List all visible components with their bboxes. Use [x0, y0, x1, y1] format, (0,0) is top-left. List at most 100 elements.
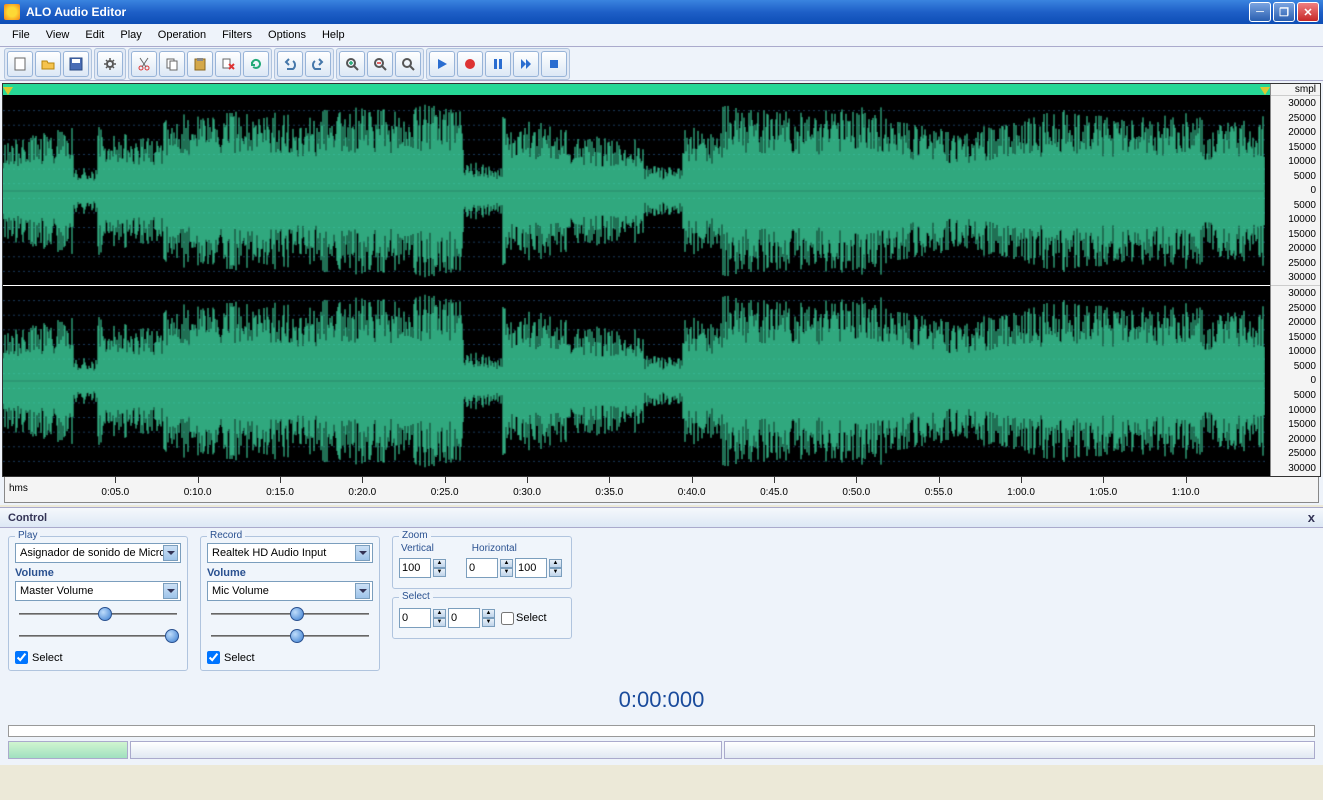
save-icon — [68, 56, 84, 72]
amplitude-label: 15000 — [1271, 229, 1316, 240]
menu-play[interactable]: Play — [112, 26, 149, 44]
select-to-input[interactable] — [448, 608, 480, 628]
copy-button[interactable] — [159, 51, 185, 77]
end-marker-icon[interactable] — [1260, 87, 1270, 95]
amplitude-label: 25000 — [1271, 303, 1316, 314]
record-mixer-combo[interactable]: Mic Volume — [207, 581, 373, 601]
delete-button[interactable] — [215, 51, 241, 77]
record-section: Record Realtek HD Audio Input Volume Mic… — [200, 536, 380, 671]
amplitude-label: 5000 — [1271, 361, 1316, 372]
status-cell-2 — [130, 741, 722, 759]
channel-right[interactable] — [3, 286, 1270, 476]
time-display: 0:00:000 — [0, 679, 1323, 721]
amplitude-label: 0 — [1271, 375, 1316, 386]
menu-file[interactable]: File — [4, 26, 38, 44]
timeline-label: 0:40.0 — [678, 487, 706, 498]
channel-left[interactable] — [3, 96, 1270, 286]
undo-button[interactable] — [277, 51, 303, 77]
new-button[interactable] — [7, 51, 33, 77]
menu-operation[interactable]: Operation — [150, 26, 214, 44]
zoom-h2-spinner[interactable]: ▲▼ — [549, 559, 562, 577]
stop-button[interactable] — [541, 51, 567, 77]
zoom-h1-input[interactable] — [466, 558, 498, 578]
toolbar-group — [4, 48, 92, 80]
maximize-button[interactable]: ❐ — [1273, 2, 1295, 22]
paste-button[interactable] — [187, 51, 213, 77]
menubar: FileViewEditPlayOperationFiltersOptionsH… — [0, 24, 1323, 47]
play-volume-slider-1[interactable] — [15, 605, 181, 623]
select-checkbox[interactable] — [501, 612, 514, 625]
new-icon — [12, 56, 28, 72]
close-button[interactable]: ✕ — [1297, 2, 1319, 22]
play-mixer-combo[interactable]: Master Volume — [15, 581, 181, 601]
zoom-fit-button[interactable] — [395, 51, 421, 77]
progress-bar[interactable] — [8, 725, 1315, 737]
amplitude-labels-left: 3000025000200001500010000500005000100001… — [1271, 96, 1320, 286]
record-volume-slider-2[interactable] — [207, 627, 373, 645]
record-volume-slider-1[interactable] — [207, 605, 373, 623]
amplitude-label: 5000 — [1271, 200, 1316, 211]
save-button[interactable] — [63, 51, 89, 77]
amplitude-label: 25000 — [1271, 258, 1316, 269]
menu-view[interactable]: View — [38, 26, 78, 44]
play-legend: Play — [15, 530, 40, 541]
play-volume-slider-2[interactable] — [15, 627, 181, 645]
select-from-spinner[interactable]: ▲▼ — [433, 609, 446, 627]
play-select-checkbox[interactable] — [15, 651, 28, 664]
record-device-combo[interactable]: Realtek HD Audio Input — [207, 543, 373, 563]
amplitude-label: 10000 — [1271, 214, 1316, 225]
zoom-h1-spinner[interactable]: ▲▼ — [500, 559, 513, 577]
zoom-vertical-input[interactable] — [399, 558, 431, 578]
marker-bar[interactable] — [3, 84, 1270, 96]
minimize-button[interactable]: ─ — [1249, 2, 1271, 22]
status-cell-3 — [724, 741, 1316, 759]
zoom-horizontal-label: Horizontal — [472, 543, 517, 554]
refresh-icon — [248, 56, 264, 72]
menu-options[interactable]: Options — [260, 26, 314, 44]
amplitude-labels-right: 3000025000200001500010000500005000100001… — [1271, 286, 1320, 476]
pause-button[interactable] — [485, 51, 511, 77]
refresh-button[interactable] — [243, 51, 269, 77]
cut-button[interactable] — [131, 51, 157, 77]
amplitude-unit: smpl — [1271, 84, 1320, 96]
select-checkbox-label: Select — [516, 612, 547, 624]
titlebar: ALO Audio Editor ─ ❐ ✕ — [0, 0, 1323, 24]
open-button[interactable] — [35, 51, 61, 77]
select-from-input[interactable] — [399, 608, 431, 628]
zoom-in-button[interactable] — [339, 51, 365, 77]
select-to-spinner[interactable]: ▲▼ — [482, 609, 495, 627]
menu-edit[interactable]: Edit — [77, 26, 112, 44]
toolbar-group — [94, 48, 126, 80]
redo-button[interactable] — [305, 51, 331, 77]
zoom-legend: Zoom — [399, 530, 431, 541]
zoom-vertical-spinner[interactable]: ▲▼ — [433, 559, 446, 577]
menu-filters[interactable]: Filters — [214, 26, 260, 44]
record-select-checkbox[interactable] — [207, 651, 220, 664]
copy-icon — [164, 56, 180, 72]
timeline-label: 0:25.0 — [431, 487, 459, 498]
timeline-label: 0:30.0 — [513, 487, 541, 498]
forward-button[interactable] — [513, 51, 539, 77]
record-button[interactable] — [457, 51, 483, 77]
amplitude-label: 15000 — [1271, 332, 1316, 343]
zoom-out-button[interactable] — [367, 51, 393, 77]
play-select-label: Select — [32, 652, 63, 664]
timeline-label: 1:00.0 — [1007, 487, 1035, 498]
amplitude-label: 10000 — [1271, 405, 1316, 416]
waveform-viewport[interactable] — [3, 84, 1270, 476]
amplitude-label: 30000 — [1271, 288, 1316, 299]
start-marker-icon[interactable] — [3, 87, 13, 95]
play-button[interactable] — [429, 51, 455, 77]
record-icon — [462, 56, 478, 72]
play-icon — [434, 56, 450, 72]
amplitude-label: 0 — [1271, 185, 1316, 196]
zoom-h2-input[interactable] — [515, 558, 547, 578]
play-device-combo[interactable]: Asignador de sonido de Micro — [15, 543, 181, 563]
timeline[interactable]: hms 0:05.00:10.00:15.00:20.00:25.00:30.0… — [4, 477, 1319, 503]
zoom-group: Zoom Vertical Horizontal ▲▼ ▲▼ ▲▼ — [392, 536, 572, 589]
amplitude-label: 30000 — [1271, 98, 1316, 109]
timeline-label: 0:05.0 — [101, 487, 129, 498]
control-close-button[interactable]: x — [1308, 510, 1315, 525]
settings-button[interactable] — [97, 51, 123, 77]
menu-help[interactable]: Help — [314, 26, 353, 44]
